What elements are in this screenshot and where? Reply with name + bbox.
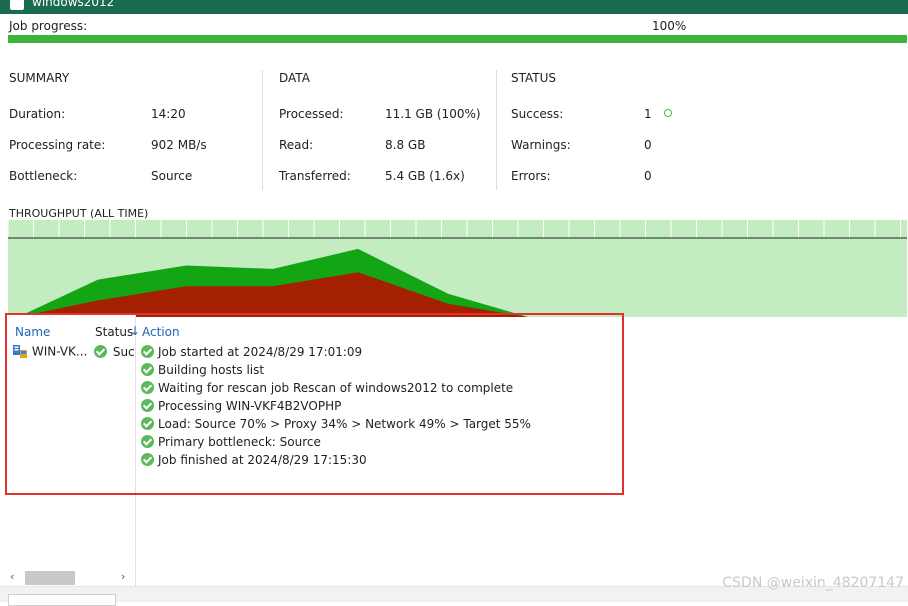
window-title: windows2012 bbox=[32, 0, 115, 9]
veeam-job-icon bbox=[10, 0, 24, 10]
success-value: 1 bbox=[644, 107, 652, 121]
data-heading: DATA bbox=[279, 71, 310, 85]
success-status-icon bbox=[664, 109, 672, 117]
read-value: 8.8 GB bbox=[385, 138, 426, 152]
scroll-left-arrow[interactable]: ‹ bbox=[10, 570, 14, 583]
status-heading: STATUS bbox=[511, 71, 557, 85]
scrollbar-thumb[interactable] bbox=[25, 571, 75, 585]
success-label: Success: bbox=[511, 107, 564, 121]
scroll-right-arrow[interactable]: › bbox=[121, 570, 125, 583]
errors-label: Errors: bbox=[511, 169, 551, 183]
transferred-value: 5.4 GB (1.6x) bbox=[385, 169, 465, 183]
progress-bar bbox=[8, 35, 907, 43]
job-progress-label: Job progress: bbox=[9, 19, 88, 33]
duration-value: 14:20 bbox=[151, 107, 186, 121]
errors-value: 0 bbox=[644, 169, 652, 183]
duration-label: Duration: bbox=[9, 107, 66, 121]
summary-heading: SUMMARY bbox=[9, 71, 70, 85]
transferred-label: Transferred: bbox=[279, 169, 351, 183]
read-label: Read: bbox=[279, 138, 314, 152]
processing-rate-label: Processing rate: bbox=[9, 138, 106, 152]
bottom-button[interactable] bbox=[8, 594, 116, 606]
progress-bar-fill bbox=[8, 35, 907, 43]
bottleneck-value: Source bbox=[151, 169, 193, 183]
warnings-value: 0 bbox=[644, 138, 652, 152]
warnings-label: Warnings: bbox=[511, 138, 571, 152]
section-divider bbox=[262, 70, 263, 190]
window-title-bar: windows2012 bbox=[0, 0, 908, 14]
processed-value: 11.1 GB (100%) bbox=[385, 107, 481, 121]
processed-label: Processed: bbox=[279, 107, 344, 121]
throughput-chart bbox=[8, 220, 907, 317]
processing-rate-value: 902 MB/s bbox=[151, 138, 207, 152]
section-divider bbox=[496, 70, 497, 190]
job-progress-value: 100% bbox=[652, 19, 687, 33]
watermark: CSDN @weixin_48207147 bbox=[722, 575, 904, 591]
bottleneck-label: Bottleneck: bbox=[9, 169, 78, 183]
highlight-box bbox=[5, 313, 624, 495]
horizontal-scrollbar[interactable]: ‹ › bbox=[8, 570, 136, 586]
throughput-title: THROUGHPUT (ALL TIME) bbox=[9, 207, 149, 220]
